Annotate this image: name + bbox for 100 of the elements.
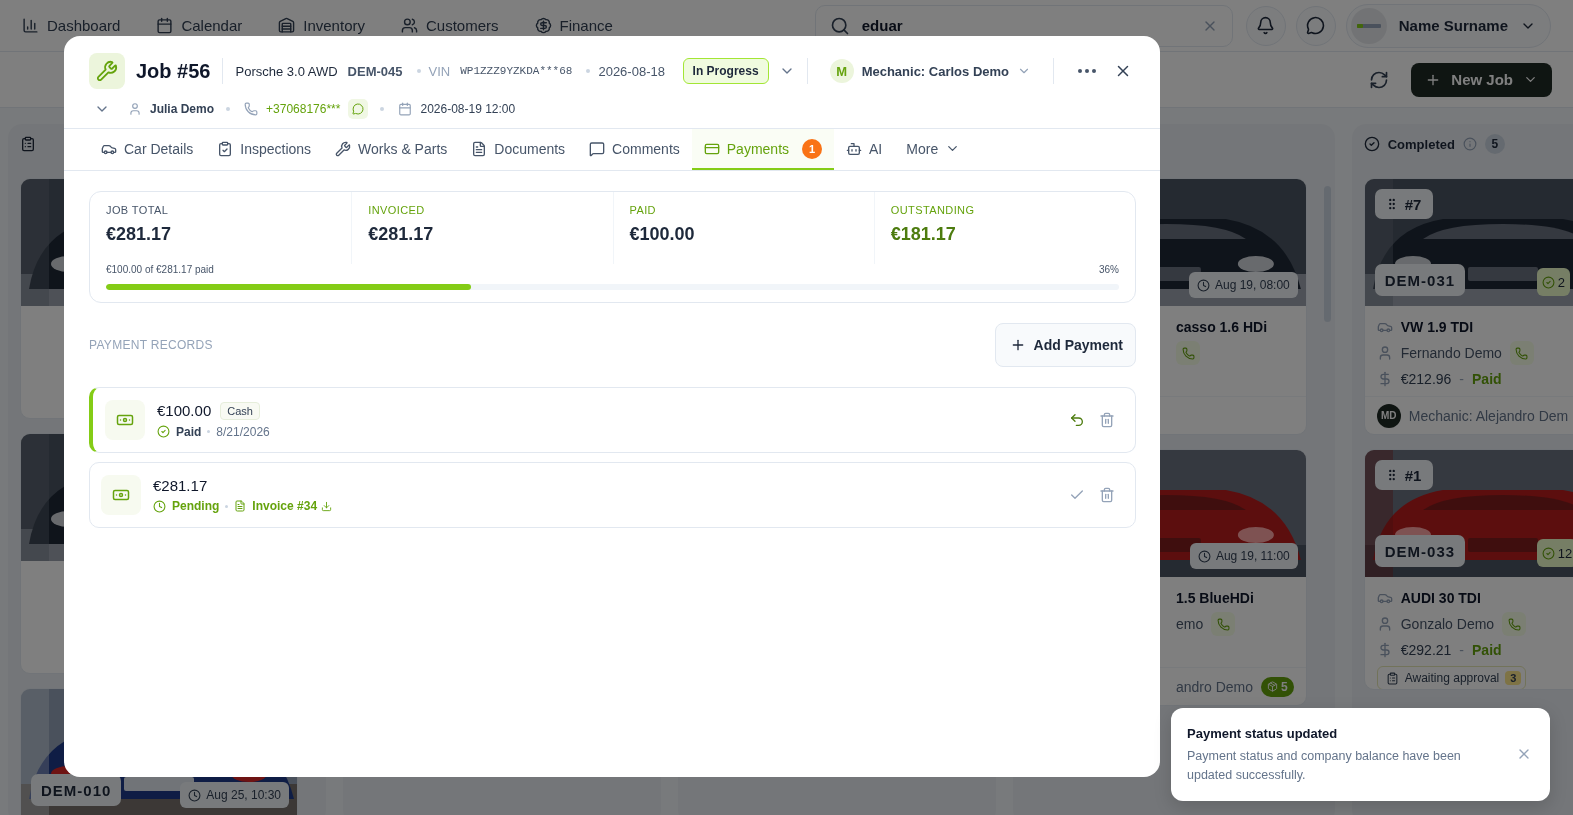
section-title: PAYMENT RECORDS (89, 338, 213, 352)
phone-icon (244, 102, 259, 116)
stat-value: €281.17 (106, 224, 173, 245)
clipboard-icon (1385, 671, 1399, 685)
car-title: 1.5 BlueHDi (1176, 590, 1254, 606)
job-date: 2026-08-18 (598, 63, 665, 79)
dollar-icon (534, 17, 552, 34)
check-circle-icon (1541, 275, 1555, 289)
info-icon (1462, 137, 1477, 151)
car-title: VW 1.9 TDI (1400, 319, 1474, 335)
wrench-icon (89, 53, 125, 89)
tab[interactable]: AI (834, 129, 895, 170)
stat-label: PAID (629, 204, 657, 216)
tab[interactable]: Car Details (89, 129, 206, 170)
tab[interactable]: More (894, 129, 973, 170)
nav-link[interactable]: Calendar (156, 17, 243, 34)
job-title: Job #56 (136, 59, 211, 83)
separator-dash: - (1459, 371, 1464, 387)
customer-name: emo (1176, 616, 1204, 632)
plate-label: DEM-033 (1374, 535, 1466, 567)
tab[interactable]: Inspections (205, 129, 324, 170)
stat-label: JOB TOTAL (106, 204, 170, 216)
user-menu[interactable]: Name Surname (1345, 3, 1551, 48)
nav-link[interactable]: Finance (534, 17, 613, 34)
mechanic-avatar: M (829, 59, 854, 83)
undo-button[interactable] (1069, 412, 1085, 428)
nav-link[interactable]: Dashboard (22, 17, 121, 34)
search-input[interactable]: eduar (859, 16, 1192, 35)
new-job-button[interactable]: New Job (1411, 62, 1552, 97)
search-icon (829, 15, 850, 36)
car-model: Porsche 3.0 AWD (235, 63, 338, 79)
done-chip: 12 (1536, 539, 1573, 567)
clock-icon (1197, 278, 1210, 292)
stat-label: OUTSTANDING (890, 204, 976, 216)
bell-icon (1256, 16, 1276, 35)
job-number-tag[interactable]: #1 (1374, 460, 1434, 490)
check-circle-icon (1363, 136, 1380, 152)
car-title: AUDI 30 TDI (1400, 590, 1481, 606)
phone-icon (1515, 346, 1529, 360)
trash-icon (1099, 487, 1115, 503)
stat-value: €181.17 (890, 224, 957, 245)
mechanic-avatar: MD (1376, 403, 1401, 428)
stat-value: €100.00 (629, 224, 696, 245)
customer-name: Gonzalo Demo (1400, 616, 1495, 632)
tab[interactable]: Payments 1 (691, 129, 835, 170)
phone-icon (1507, 617, 1521, 631)
job-card[interactable]: #1 DEM-033 12 AUDI 30 TDI Gonzalo Demo €292.21 - Paid Awaiting approval 3 (1363, 449, 1573, 690)
parts-badge: 5 (1261, 676, 1294, 697)
phone-button[interactable] (1502, 612, 1527, 636)
toast-message: Payment status and company balance have been updated successfully. (1187, 748, 1462, 784)
stat-value: €281.17 (368, 224, 435, 245)
plate-number: DEM-045 (347, 63, 403, 79)
separator-dash: - (1459, 642, 1464, 658)
payment-amount: €100.00 (157, 402, 212, 419)
undo-icon (1069, 412, 1085, 428)
package-icon (1267, 681, 1279, 692)
chat-button[interactable] (348, 99, 369, 119)
calendar-icon (156, 17, 174, 34)
phone-button[interactable] (1509, 341, 1534, 365)
chat-icon (352, 103, 365, 115)
clock-icon (188, 788, 202, 802)
phone-button[interactable] (1176, 341, 1200, 365)
payment-amount: €281.17 (153, 477, 208, 494)
nav-link[interactable]: Inventory (278, 17, 365, 34)
mechanic-select[interactable]: M Mechanic: Carlos Demo (819, 59, 1041, 83)
progress-percent: 36% (1099, 264, 1119, 275)
job-card[interactable]: #7 DEM-031 2 VW 1.9 TDI Fernando Demo €212.96 - Paid MD Mechanic: Alejandro Dem (1363, 178, 1573, 435)
appointment-time: 2026-08-19 12:00 (420, 102, 516, 116)
mechanic-name: Mechanic: Alejandro Dem (1408, 407, 1569, 424)
stat-label: INVOICED (368, 204, 426, 216)
comment-icon (589, 140, 606, 157)
status-pill[interactable]: In Progress (682, 58, 769, 84)
phone-button[interactable] (1211, 612, 1236, 636)
banknote-icon (105, 400, 145, 440)
payment-status: Paid (1472, 371, 1502, 387)
tab[interactable]: Works & Parts (323, 129, 460, 170)
payment-status: Paid (176, 424, 202, 439)
tab[interactable]: Comments (577, 129, 692, 170)
clock-icon (1197, 549, 1211, 563)
delete-button[interactable] (1099, 412, 1115, 428)
nav-link[interactable]: Customers (400, 17, 499, 34)
users-icon (400, 17, 418, 34)
delete-button[interactable] (1099, 487, 1115, 503)
job-number-tag[interactable]: #7 (1374, 189, 1434, 219)
check-circle-icon (157, 425, 170, 438)
add-payment-button[interactable]: Add Payment (994, 323, 1136, 367)
plate-label: DEM-010 (31, 774, 122, 806)
tab[interactable]: Documents (459, 129, 578, 170)
customer-name: Julia Demo (150, 102, 215, 116)
toast-title: Payment status updated (1187, 726, 1339, 741)
payment-status: Pending (172, 499, 220, 513)
invoice-link[interactable]: Invoice #34 (252, 499, 333, 513)
clock-icon (153, 499, 166, 513)
trash-icon (1099, 412, 1115, 428)
column-count: 5 (1484, 134, 1505, 154)
vin-number: WP1ZZZ9YZKDA***68 (460, 65, 573, 77)
check-circle-icon (1541, 546, 1555, 560)
phone-icon (1181, 346, 1195, 360)
bar-chart-icon (22, 17, 39, 34)
wrench-icon (335, 140, 352, 157)
